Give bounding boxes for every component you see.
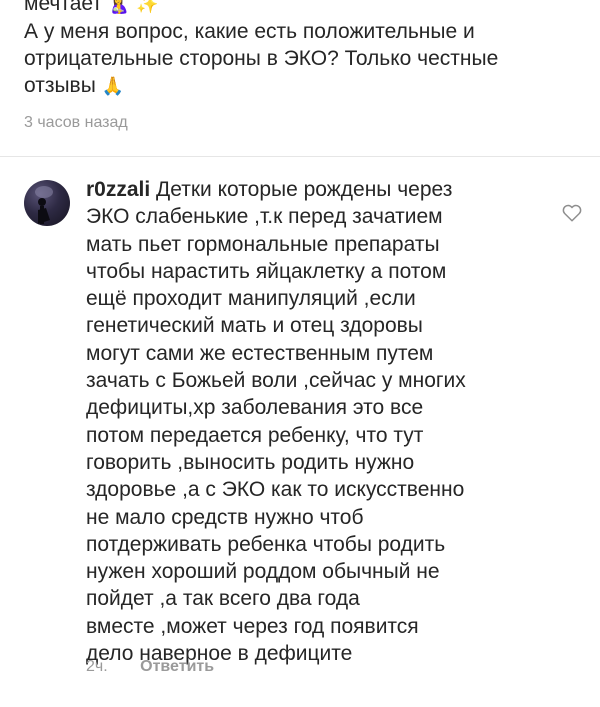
comment-time: 2ч. xyxy=(86,658,108,675)
heart-outline-icon[interactable] xyxy=(562,204,582,222)
comment-username[interactable]: r0zzali xyxy=(86,178,150,201)
previous-comment-body: А у меня вопрос, какие есть положительны… xyxy=(24,20,499,97)
emoji-icons: 🤱 ✨ xyxy=(107,0,159,15)
reply-button[interactable]: Ответить xyxy=(140,658,214,675)
previous-comment-first-line: мечтает xyxy=(24,0,103,15)
previous-comment-text: мечтает 🤱 ✨ А у меня вопрос, какие есть … xyxy=(24,0,580,100)
avatar-silhouette-icon xyxy=(35,186,53,224)
previous-comment: мечтает 🤱 ✨ А у меня вопрос, какие есть … xyxy=(24,0,580,132)
previous-comment-time: 3 часов назад xyxy=(24,114,128,131)
comment-divider xyxy=(0,156,600,157)
comment-body: Детки которые рождены через ЭКО слабеньк… xyxy=(86,178,466,666)
comment-meta: 2ч. Ответить xyxy=(86,658,214,676)
praying-hands-icon: 🙏 xyxy=(101,76,125,97)
comment-text: r0zzali Детки которые рождены через ЭКО … xyxy=(86,176,526,667)
avatar[interactable] xyxy=(24,180,70,226)
